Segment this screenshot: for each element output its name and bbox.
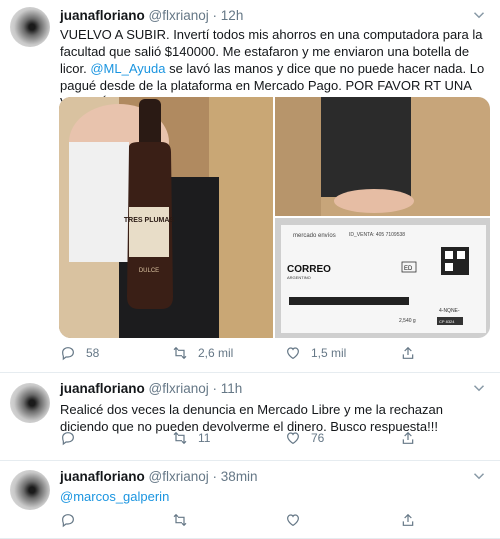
timestamp[interactable]: 11h [221, 381, 243, 396]
share-button[interactable] [400, 345, 426, 361]
tweet[interactable]: juanafloriano @flxrianoj · 12h VUELVO A … [0, 0, 500, 373]
reply-icon [62, 347, 74, 361]
like-icon [287, 514, 299, 527]
timestamp[interactable]: 12h [221, 8, 244, 23]
reply-count: 58 [86, 346, 100, 360]
reply-button[interactable]: 58 [60, 345, 99, 361]
weight: 2,540 g [399, 318, 416, 324]
zone-code: CP 8324 [439, 319, 455, 324]
share-icon [402, 431, 414, 444]
tweet-actions: 58 2,6 mil 1,5 mil [60, 345, 486, 365]
like-button[interactable] [285, 512, 311, 528]
tweet-header: juanafloriano @flxrianoj · 11h [60, 381, 243, 396]
display-name[interactable]: juanafloriano [60, 381, 145, 396]
tweet-actions [60, 512, 486, 532]
tweet-media[interactable]: TRES PLUMAS DULCE mercado envíos ID_VENT… [59, 97, 490, 338]
retweet-icon [173, 346, 187, 360]
reply-button[interactable] [60, 512, 86, 528]
reply-icon [62, 432, 74, 446]
like-button[interactable]: 1,5 mil [285, 345, 346, 361]
tracking-id: ID_VENTA: 405 7109538 [349, 232, 405, 238]
tweet[interactable]: juanafloriano @flxrianoj · 11h Realicé d… [0, 373, 500, 461]
tweet-header: juanafloriano @flxrianoj · 12h [60, 8, 244, 23]
share-button[interactable] [400, 512, 426, 528]
mention-link[interactable]: @ML_Ayuda [90, 61, 165, 76]
bottle-sublabel: DULCE [139, 268, 159, 274]
box-photo[interactable] [275, 97, 490, 216]
retweet-button[interactable]: 11 [172, 430, 210, 446]
like-button[interactable]: 76 [285, 430, 324, 446]
share-button[interactable] [400, 430, 426, 446]
share-icon [402, 513, 414, 526]
retweet-count: 11 [198, 431, 211, 445]
retweet-icon [173, 513, 187, 527]
bottle-photo[interactable]: TRES PLUMAS DULCE [59, 97, 273, 338]
handle[interactable]: @flxrianoj [149, 8, 209, 23]
like-count: 76 [311, 431, 325, 445]
share-icon [402, 346, 414, 359]
tweet-actions: 11 76 [60, 430, 486, 450]
retweet-count: 2,6 mil [198, 346, 234, 360]
like-icon [287, 432, 299, 445]
tweet-header: juanafloriano @flxrianoj · 38min [60, 469, 258, 484]
retweet-button[interactable]: 2,6 mil [172, 345, 233, 361]
reply-icon [62, 514, 74, 528]
like-icon [287, 347, 299, 360]
avatar[interactable] [10, 470, 50, 510]
avatar[interactable] [10, 7, 50, 47]
retweet-icon [173, 431, 187, 445]
handle[interactable]: @flxrianoj [149, 381, 209, 396]
handle[interactable]: @flxrianoj [149, 469, 209, 484]
bottle-label: TRES PLUMAS [124, 217, 175, 224]
carrier-sub: ARGENTINO [287, 275, 311, 280]
reply-button[interactable] [60, 430, 86, 446]
display-name[interactable]: juanafloriano [60, 8, 145, 23]
tweet[interactable]: juanafloriano @flxrianoj · 38min @marcos… [0, 461, 500, 539]
chevron-down-icon[interactable] [470, 6, 488, 24]
package-brand: mercado envíos [293, 233, 336, 239]
display-name[interactable]: juanafloriano [60, 469, 145, 484]
chevron-down-icon[interactable] [470, 379, 488, 397]
shipping-label-photo[interactable]: mercado envíos ID_VENTA: 405 7109538 COR… [275, 218, 490, 338]
avatar[interactable] [10, 383, 50, 423]
tweet-text: @marcos_galperin [60, 488, 486, 505]
mention-link[interactable]: @marcos_galperin [60, 489, 169, 504]
timestamp[interactable]: 38min [221, 469, 258, 484]
carrier-name: CORREO [287, 264, 331, 275]
like-count: 1,5 mil [311, 346, 347, 360]
chevron-down-icon[interactable] [470, 467, 488, 485]
box-code: ED [404, 266, 413, 272]
retweet-button[interactable] [172, 512, 198, 528]
route-code: 4-NQNE- [439, 308, 460, 314]
